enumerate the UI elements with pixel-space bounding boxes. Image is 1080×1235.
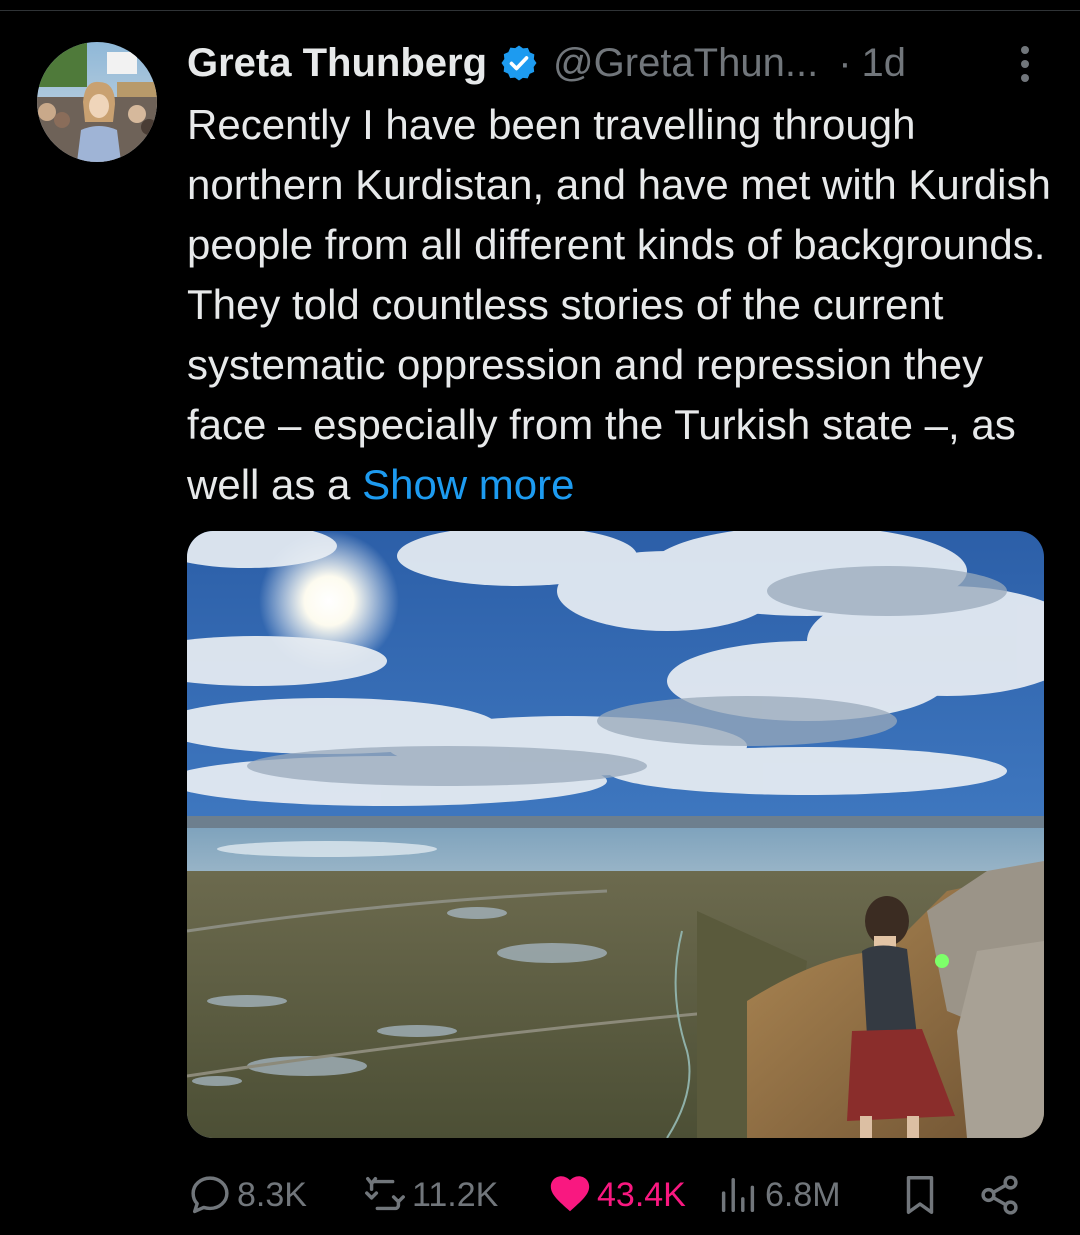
like-count: 43.4K [597,1175,686,1214]
views-count: 6.8M [765,1175,841,1214]
heart-filled-icon [550,1176,590,1212]
avatar-photo [37,42,157,162]
avatar[interactable] [37,42,157,162]
landscape-photo [187,531,1044,1138]
author-name[interactable]: Greta Thunberg [187,41,487,86]
more-vertical-icon[interactable] [1013,42,1037,86]
repost-button[interactable]: 11.2K [362,1165,498,1225]
timestamp[interactable]: 1d [862,41,907,86]
tweet-header: Greta Thunberg @GretaThun... · 1d [187,38,1037,88]
like-button[interactable]: 43.4K [547,1165,686,1225]
reply-count: 8.3K [237,1175,307,1214]
repost-icon [365,1176,405,1211]
bookmark-icon [906,1176,934,1214]
action-bar: 8.3K 11.2K 43.4K 6.8M [187,1165,1037,1225]
top-divider [0,10,1080,11]
reply-icon [191,1176,229,1214]
tweet-text: Recently I have been travelling through … [187,101,1051,508]
verified-badge-icon [499,43,539,83]
show-more-link[interactable]: Show more [362,461,574,508]
views-button[interactable]: 6.8M [715,1165,841,1225]
author-handle[interactable]: @GretaThun... [553,41,818,86]
separator-dot: · [838,40,852,85]
share-icon [981,1175,1018,1215]
views-chart-icon [721,1177,755,1213]
share-button[interactable] [977,1165,1023,1225]
tweet-body: Recently I have been travelling through … [187,95,1057,515]
reply-button[interactable]: 8.3K [187,1165,307,1225]
bookmark-button[interactable] [897,1165,943,1225]
repost-count: 11.2K [412,1175,499,1214]
tweet-photo[interactable] [187,531,1044,1138]
